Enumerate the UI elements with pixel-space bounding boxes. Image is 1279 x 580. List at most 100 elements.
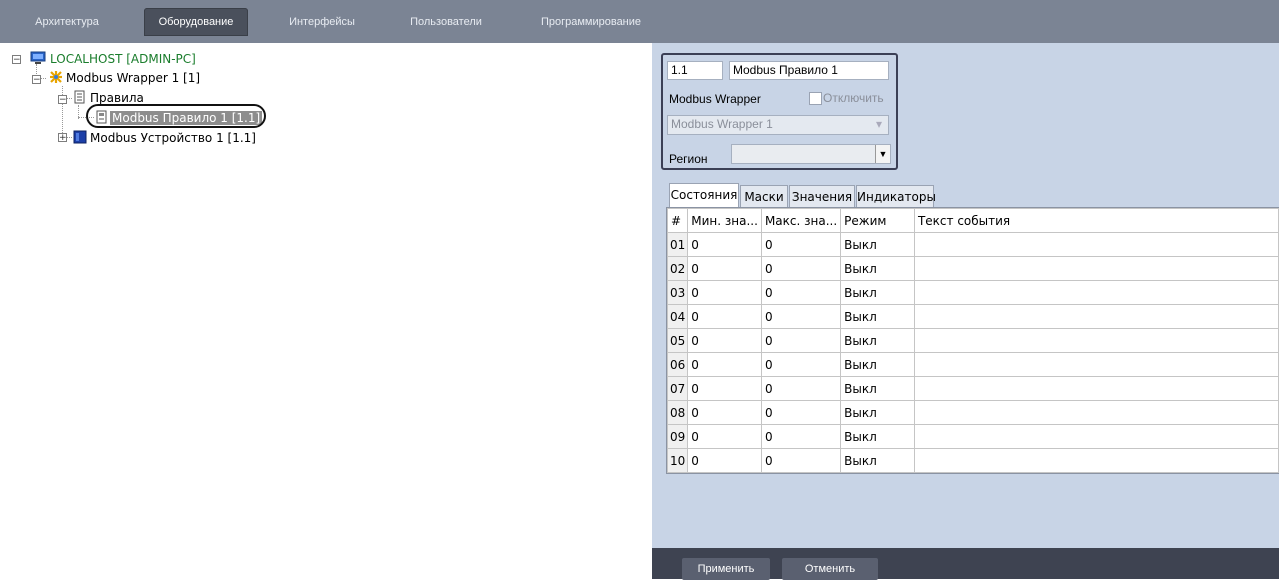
- expand-toggle[interactable]: +: [58, 133, 67, 143]
- table-cell[interactable]: 0: [687, 352, 762, 377]
- table-cell[interactable]: [913, 256, 1279, 281]
- tab-equipment[interactable]: Оборудование: [144, 8, 248, 36]
- apply-button[interactable]: Применить: [682, 558, 770, 580]
- object-properties-box: 1.1 Modbus Правило 1 Modbus Wrapper Откл…: [661, 53, 898, 170]
- tree-wrapper-label[interactable]: Modbus Wrapper 1 [1]: [66, 70, 200, 86]
- collapse-toggle[interactable]: −: [32, 75, 41, 85]
- column-header[interactable]: Макс. зна...: [760, 208, 842, 233]
- row-number-cell: 08: [667, 400, 689, 425]
- table-cell[interactable]: 0: [687, 376, 762, 401]
- table-cell[interactable]: 0: [687, 400, 762, 425]
- table-cell[interactable]: 0: [687, 328, 762, 353]
- device-icon: [72, 130, 88, 144]
- table-cell[interactable]: Выкл: [840, 448, 915, 473]
- table-cell[interactable]: 0: [760, 352, 842, 377]
- tab-states[interactable]: Состояния: [669, 183, 739, 207]
- tree-root-label[interactable]: LOCALHOST [ADMIN-PC]: [50, 51, 196, 67]
- tree-device-label[interactable]: Modbus Устройство 1 [1.1]: [90, 130, 256, 146]
- collapse-toggle[interactable]: −: [12, 55, 21, 65]
- table-row[interactable]: 07 0 0 Выкл: [667, 376, 1279, 401]
- row-number-cell: 10: [667, 448, 689, 473]
- collapse-toggle[interactable]: −: [58, 95, 67, 105]
- column-header[interactable]: #: [667, 208, 689, 233]
- parent-type-label: Modbus Wrapper: [669, 92, 761, 106]
- column-header[interactable]: Режим: [840, 208, 915, 233]
- region-select[interactable]: ▼: [731, 144, 891, 164]
- tab-architecture[interactable]: Архитектура: [23, 8, 111, 36]
- table-cell[interactable]: 0: [687, 232, 762, 257]
- tab-interfaces[interactable]: Интерфейсы: [272, 8, 372, 36]
- table-cell[interactable]: 0: [760, 424, 842, 449]
- table-cell[interactable]: [913, 400, 1279, 425]
- table-cell[interactable]: [913, 424, 1279, 449]
- table-row[interactable]: 09 0 0 Выкл: [667, 424, 1279, 449]
- disable-label: Отключить: [823, 91, 884, 105]
- rules-folder-icon: [72, 90, 88, 104]
- highlight-ellipse: [86, 104, 266, 128]
- table-cell[interactable]: [913, 352, 1279, 377]
- table-cell[interactable]: 0: [687, 424, 762, 449]
- table-cell[interactable]: [913, 232, 1279, 257]
- disable-checkbox[interactable]: [809, 92, 822, 105]
- top-tab-bar: Архитектура Оборудование Интерфейсы Поль…: [0, 0, 1279, 43]
- row-number-cell: 07: [667, 376, 689, 401]
- table-cell[interactable]: [913, 448, 1279, 473]
- table-cell[interactable]: 0: [760, 400, 842, 425]
- table-row[interactable]: 01 0 0 Выкл: [667, 232, 1279, 257]
- table-row[interactable]: 05 0 0 Выкл: [667, 328, 1279, 353]
- table-cell[interactable]: [913, 328, 1279, 353]
- column-header[interactable]: Мин. зна...: [687, 208, 762, 233]
- row-number-cell: 06: [667, 352, 689, 377]
- tab-programming[interactable]: Программирование: [528, 8, 654, 36]
- table-cell[interactable]: [913, 304, 1279, 329]
- table-cell[interactable]: Выкл: [840, 280, 915, 305]
- parent-select-value: Modbus Wrapper 1: [671, 117, 773, 131]
- table-cell[interactable]: 0: [687, 304, 762, 329]
- table-cell[interactable]: 0: [760, 256, 842, 281]
- table-cell[interactable]: 0: [760, 376, 842, 401]
- table-cell[interactable]: 0: [687, 448, 762, 473]
- table-cell[interactable]: 0: [760, 304, 842, 329]
- tab-values[interactable]: Значения: [789, 185, 855, 207]
- table-cell[interactable]: Выкл: [840, 256, 915, 281]
- hardware-tree: − LOCALHOST [ADMIN-PC] − Modbus Wrapper …: [0, 43, 652, 579]
- table-cell[interactable]: 0: [687, 256, 762, 281]
- table-cell[interactable]: Выкл: [840, 304, 915, 329]
- row-number-cell: 02: [667, 256, 689, 281]
- table-cell[interactable]: 0: [760, 280, 842, 305]
- tab-users[interactable]: Пользователи: [396, 8, 496, 36]
- computer-icon: [30, 51, 46, 65]
- table-cell[interactable]: 0: [760, 328, 842, 353]
- table-cell[interactable]: 0: [687, 280, 762, 305]
- tree-line: [62, 86, 63, 137]
- table-cell[interactable]: Выкл: [840, 232, 915, 257]
- table-cell[interactable]: 0: [760, 232, 842, 257]
- states-table: # Мин. зна... Макс. зна... Режим Текст с…: [666, 207, 1279, 474]
- table-cell[interactable]: [913, 280, 1279, 305]
- tab-masks[interactable]: Маски: [740, 185, 788, 207]
- table-cell[interactable]: Выкл: [840, 352, 915, 377]
- row-number-cell: 09: [667, 424, 689, 449]
- column-header[interactable]: Текст события: [913, 208, 1279, 233]
- row-number-cell: 03: [667, 280, 689, 305]
- chevron-down-icon: ▾: [875, 117, 882, 131]
- table-cell[interactable]: Выкл: [840, 376, 915, 401]
- table-cell[interactable]: Выкл: [840, 400, 915, 425]
- row-number-cell: 01: [667, 232, 689, 257]
- table-row[interactable]: 08 0 0 Выкл: [667, 400, 1279, 425]
- parent-select[interactable]: Modbus Wrapper 1 ▾: [667, 115, 889, 135]
- chevron-down-icon[interactable]: ▼: [875, 145, 890, 163]
- table-cell[interactable]: Выкл: [840, 328, 915, 353]
- table-cell[interactable]: 0: [760, 448, 842, 473]
- table-cell[interactable]: [913, 376, 1279, 401]
- table-cell[interactable]: Выкл: [840, 424, 915, 449]
- table-row[interactable]: 02 0 0 Выкл: [667, 256, 1279, 281]
- table-row[interactable]: 10 0 0 Выкл: [667, 448, 1279, 473]
- object-id-field[interactable]: 1.1: [667, 61, 723, 80]
- table-row[interactable]: 06 0 0 Выкл: [667, 352, 1279, 377]
- table-row[interactable]: 03 0 0 Выкл: [667, 280, 1279, 305]
- table-row[interactable]: 04 0 0 Выкл: [667, 304, 1279, 329]
- tab-indicators[interactable]: Индикаторы: [856, 185, 936, 207]
- object-name-field[interactable]: Modbus Правило 1: [729, 61, 889, 80]
- cancel-button[interactable]: Отменить: [782, 558, 878, 580]
